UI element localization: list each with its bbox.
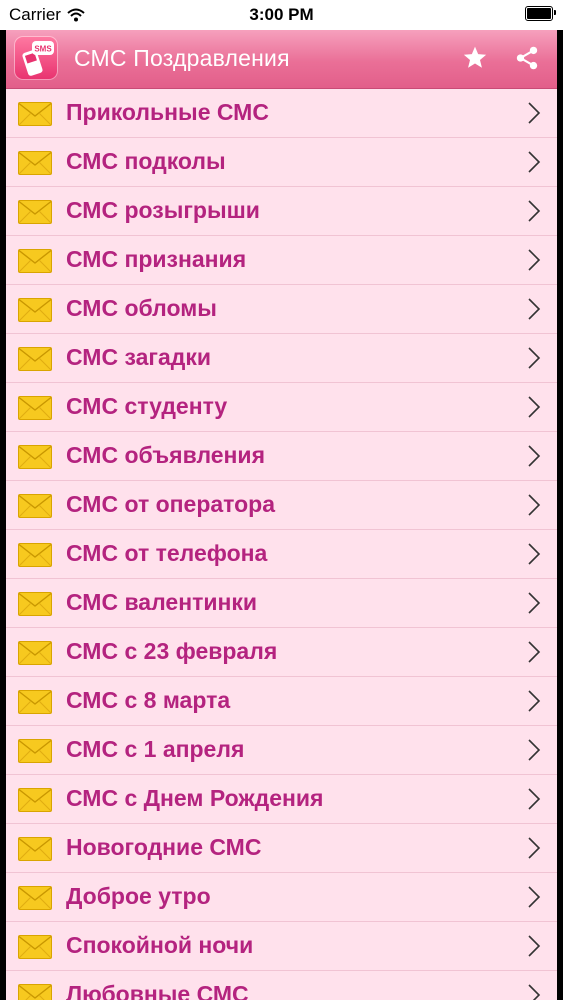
app-logo-icon: SMS: [14, 36, 58, 80]
list-item[interactable]: СМС признания: [6, 236, 557, 285]
envelope-icon: [18, 690, 52, 714]
chevron-right-icon: [528, 739, 541, 761]
chevron-right-icon: [528, 445, 541, 467]
list-item[interactable]: СМС от оператора: [6, 481, 557, 530]
envelope-icon: [18, 935, 52, 959]
chevron-right-icon: [528, 837, 541, 859]
envelope-icon: [18, 494, 52, 518]
list-item[interactable]: СМС с 1 апреля: [6, 726, 557, 775]
list-item[interactable]: СМС от телефона: [6, 530, 557, 579]
share-button[interactable]: [514, 45, 540, 71]
envelope-icon: [18, 984, 52, 1000]
share-icon: [516, 46, 538, 70]
envelope-icon: [18, 396, 52, 420]
list-item-label: СМС подколы: [66, 148, 226, 174]
envelope-icon: [18, 543, 52, 567]
chevron-right-icon: [528, 886, 541, 908]
list-item[interactable]: СМС с 8 марта: [6, 677, 557, 726]
envelope-icon: [18, 739, 52, 763]
status-bar: Carrier 3:00 PM: [0, 0, 563, 30]
chevron-right-icon: [528, 592, 541, 614]
chevron-right-icon: [528, 298, 541, 320]
battery-icon: [525, 6, 556, 21]
list-item-label: СМС студенту: [66, 393, 228, 419]
envelope-icon: [18, 641, 52, 665]
list-item[interactable]: СМС с 23 февраля: [6, 628, 557, 677]
envelope-icon: [18, 298, 52, 322]
chevron-right-icon: [528, 690, 541, 712]
list-item-label: СМС валентинки: [66, 589, 258, 615]
list-item[interactable]: СМС с Днем Рождения: [6, 775, 557, 824]
chevron-right-icon: [528, 788, 541, 810]
chevron-right-icon: [528, 249, 541, 271]
list-item[interactable]: Доброе утро: [6, 873, 557, 922]
list-item-label: СМС от оператора: [66, 491, 276, 517]
list-item[interactable]: СМС розыгрыши: [6, 187, 557, 236]
list-item-label: Спокойной ночи: [66, 932, 254, 958]
list-item[interactable]: СМС обломы: [6, 285, 557, 334]
chevron-right-icon: [528, 543, 541, 565]
list-item-label: СМС с 23 февраля: [66, 638, 278, 664]
envelope-icon: [18, 347, 52, 371]
chevron-right-icon: [528, 200, 541, 222]
list-item[interactable]: СМС студенту: [6, 383, 557, 432]
list-item[interactable]: СМС объявления: [6, 432, 557, 481]
list-item-label: Новогодние СМС: [66, 834, 262, 860]
list-item-label: СМС с 1 апреля: [66, 736, 245, 762]
list-item[interactable]: СМС загадки: [6, 334, 557, 383]
envelope-icon: [18, 837, 52, 861]
list-item-label: Прикольные СМС: [66, 99, 269, 125]
chevron-right-icon: [528, 984, 541, 1000]
list-item[interactable]: СМС подколы: [6, 138, 557, 187]
list-item-label: СМС розыгрыши: [66, 197, 260, 223]
app-title: СМС Поздравления: [74, 45, 290, 71]
chevron-right-icon: [528, 396, 541, 418]
list-item-label: СМС от телефона: [66, 540, 268, 566]
list-item-label: Доброе утро: [66, 883, 211, 909]
list-item[interactable]: Прикольные СМС: [6, 89, 557, 138]
chevron-right-icon: [528, 935, 541, 957]
envelope-icon: [18, 592, 52, 616]
chevron-right-icon: [528, 347, 541, 369]
list-item[interactable]: Любовные СМС: [6, 971, 557, 1000]
list-item-label: СМС загадки: [66, 344, 212, 370]
list-item-label: Любовные СМС: [66, 981, 249, 1000]
category-list: Прикольные СМС СМС подколы СМС розыгрыши: [6, 89, 557, 1000]
list-item[interactable]: Новогодние СМС: [6, 824, 557, 873]
envelope-icon: [18, 886, 52, 910]
chevron-right-icon: [528, 151, 541, 173]
clock: 3:00 PM: [249, 5, 314, 24]
app-bar: SMS СМС Поздравления: [6, 30, 557, 89]
envelope-icon: [18, 200, 52, 224]
envelope-icon: [18, 249, 52, 273]
list-item-label: СМС с Днем Рождения: [66, 785, 324, 811]
chevron-right-icon: [528, 641, 541, 663]
list-item-label: СМС обломы: [66, 295, 217, 321]
list-item[interactable]: СМС валентинки: [6, 579, 557, 628]
list-item-label: СМС с 8 марта: [66, 687, 231, 713]
favorite-button[interactable]: [462, 45, 488, 71]
envelope-icon: [18, 788, 52, 812]
list-item-label: СМС признания: [66, 246, 247, 272]
envelope-icon: [18, 102, 52, 126]
chevron-right-icon: [528, 102, 541, 124]
star-icon: [463, 46, 487, 68]
svg-text:SMS: SMS: [34, 45, 52, 54]
envelope-icon: [18, 445, 52, 469]
list-item-label: СМС объявления: [66, 442, 265, 468]
chevron-right-icon: [528, 494, 541, 516]
envelope-icon: [18, 151, 52, 175]
app-window: SMS СМС Поздравления Прикольные СМС СМС …: [6, 30, 557, 1000]
list-item[interactable]: Спокойной ночи: [6, 922, 557, 971]
